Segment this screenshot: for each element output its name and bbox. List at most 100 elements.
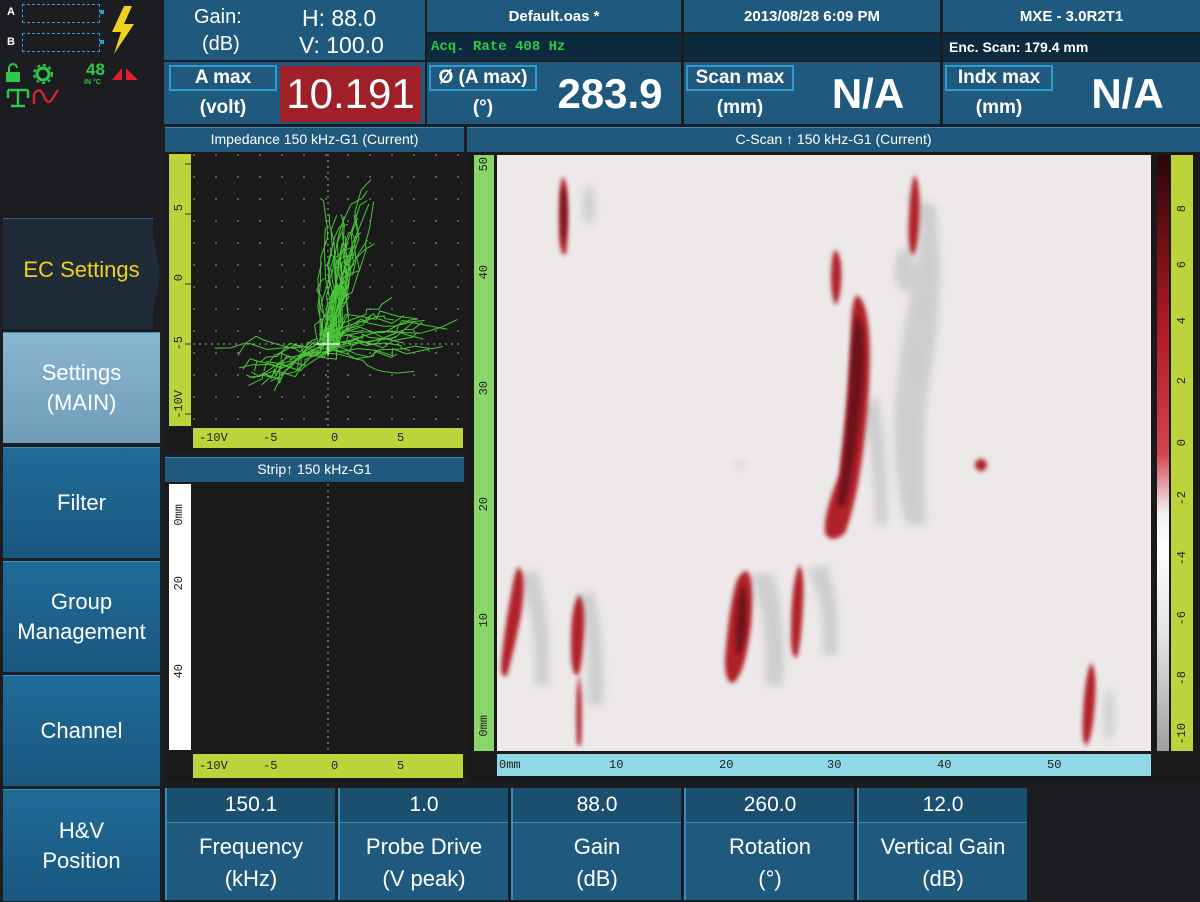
param-frequency-unit: (kHz): [224, 866, 278, 891]
strip-plot[interactable]: [193, 484, 463, 750]
cscan-color-tick: -10: [1175, 723, 1189, 745]
param-rotation-value: 260.0: [686, 788, 854, 823]
cscan-x-tick: 30: [827, 758, 842, 772]
param-frequency-value: 150.1: [167, 788, 335, 823]
amax-label: A max: [169, 65, 277, 91]
menu-settings-main[interactable]: Settings (MAIN): [3, 332, 160, 443]
lightning-icon: [112, 6, 134, 54]
scanmax-panel[interactable]: Scan max (mm) N/A: [684, 62, 940, 124]
phase-value: 283.9: [557, 70, 663, 117]
temperature-unit: IN °C: [84, 79, 101, 86]
strip-y-tick: 0mm: [172, 504, 186, 526]
phase-panel[interactable]: Ø (A max) (°) 283.9: [427, 62, 681, 124]
strip-x-tick: 0: [331, 759, 339, 773]
indxmax-label: Indx max: [945, 65, 1053, 91]
param-frequency[interactable]: 150.1 Frequency (kHz): [165, 788, 335, 900]
param-probe-drive-value: 1.0: [340, 788, 508, 823]
cscan-y-tick: 30: [477, 381, 491, 396]
channel-a-label: A: [7, 6, 15, 18]
channel-b-label: B: [7, 36, 15, 48]
impedance-y-tick: 0: [172, 274, 186, 282]
amax-panel[interactable]: A max (volt) 10.191: [164, 62, 425, 124]
param-probe-drive-unit: (V peak): [382, 866, 466, 891]
menu-group-management[interactable]: Group Management: [3, 561, 160, 672]
strip-title-bar: Strip↑ 150 kHz-G1: [165, 457, 464, 482]
cscan-y-tick: 40: [477, 265, 491, 280]
balance-icon: [6, 88, 30, 108]
scanmax-label: Scan max: [686, 65, 794, 91]
cscan-color-tick: 6: [1175, 261, 1189, 269]
cscan-plot[interactable]: [497, 155, 1151, 751]
menu-active-arrow: [150, 218, 160, 330]
cscan-color-axis[interactable]: 8 6 4 2 0 -2 -4 -6 -8 -10: [1171, 155, 1193, 751]
menu-channel-label: Channel: [40, 718, 123, 743]
cscan-color-tick: -4: [1175, 551, 1189, 566]
param-gain-unit: (dB): [576, 866, 618, 891]
impedance-y-tick: -5: [172, 336, 186, 351]
impedance-x-tick: 5: [397, 431, 405, 445]
impedance-x-axis[interactable]: -10V -5 0 5: [193, 428, 463, 448]
gain-v: V: 100.0: [299, 32, 384, 58]
strip-y-tick: 20: [172, 576, 186, 591]
strip-view[interactable]: 0mm 20 40 -10V -5 0 5: [165, 482, 464, 782]
menu-hv-position[interactable]: H&V Position: [3, 789, 160, 901]
cscan-y-tick: 0mm: [477, 715, 491, 737]
gain-panel[interactable]: Gain: (dB) H: 88.0 V: 100.0: [164, 0, 425, 60]
param-frequency-label: Frequency: [199, 834, 303, 859]
param-vertical-gain-unit: (dB): [922, 866, 964, 891]
cscan-y-tick: 20: [477, 497, 491, 512]
param-empty-slot: [1028, 788, 1200, 902]
filename-panel[interactable]: Default.oas *: [427, 0, 681, 32]
menu-ec-settings-label: EC Settings: [23, 257, 140, 282]
indxmax-unit: (mm): [975, 97, 1023, 118]
param-rotation[interactable]: 260.0 Rotation (°): [684, 788, 854, 900]
alarm-icon: [112, 68, 138, 80]
cscan-title: C-Scan ↑ 150 kHz-G1 (Current): [735, 131, 932, 147]
strip-y-axis[interactable]: 0mm 20 40: [169, 484, 191, 750]
param-probe-drive-label: Probe Drive: [365, 834, 483, 859]
impedance-plot[interactable]: [193, 154, 463, 426]
impedance-y-tick: 5: [172, 204, 186, 212]
strip-x-axis[interactable]: -10V -5 0 5: [193, 754, 463, 778]
param-probe-drive[interactable]: 1.0 Probe Drive (V peak): [338, 788, 508, 900]
cscan-color-tick: -6: [1175, 611, 1189, 626]
strip-x-tick: 5: [397, 759, 405, 773]
strip-x-tick: -5: [263, 759, 278, 773]
cscan-color-tick: -2: [1175, 491, 1189, 506]
gain-h: H: 88.0: [302, 5, 377, 31]
cscan-color-scale[interactable]: [1157, 155, 1169, 751]
cscan-y-axis[interactable]: 50 40 30 20 10 0mm: [474, 155, 494, 751]
param-vertical-gain-label: Vertical Gain: [880, 834, 1006, 859]
param-vertical-gain[interactable]: 12.0 Vertical Gain (dB): [857, 788, 1027, 900]
cscan-x-tick: 10: [609, 758, 624, 772]
enc-scan: Enc. Scan: 179.4 mm: [949, 39, 1089, 55]
channel-b-box: [22, 33, 100, 52]
menu-ec-settings[interactable]: EC Settings: [3, 218, 153, 329]
phase-label: Ø (A max): [429, 65, 537, 91]
impedance-y-axis[interactable]: 5 0 -5 -10V: [169, 154, 191, 426]
datetime-panel: 2013/08/28 6:09 PM: [684, 0, 940, 32]
impedance-view[interactable]: 5 0 -5 -10V -10V -5 0 5: [165, 152, 464, 452]
cscan-x-axis[interactable]: 0mm 10 20 30 40 50: [497, 754, 1151, 776]
cscan-x-tick: 40: [937, 758, 952, 772]
cscan-y-tick: 10: [477, 613, 491, 628]
gear-icon: [33, 64, 53, 84]
impedance-title-bar: Impedance 150 kHz-G1 (Current): [165, 127, 464, 152]
cscan-color-tick: 0: [1175, 439, 1189, 447]
cscan-view[interactable]: 50 40 30 20 10 0mm 8 6 4 2 0 -2 -4 -6 -8…: [467, 152, 1200, 782]
param-gain-label: Gain: [573, 834, 621, 859]
cscan-color-tick: 8: [1175, 205, 1189, 213]
datetime-sub: [684, 34, 940, 60]
menu-settings-main-label: Settings (MAIN): [41, 360, 122, 415]
param-gain[interactable]: 88.0 Gain (dB): [511, 788, 681, 900]
indxmax-panel[interactable]: Indx max (mm) N/A: [943, 62, 1200, 124]
menu-channel[interactable]: Channel: [3, 675, 160, 786]
gain-unit: (dB): [202, 33, 240, 55]
impedance-x-tick: -5: [263, 431, 278, 445]
param-vertical-gain-value: 12.0: [859, 788, 1027, 823]
cscan-color-tick: -8: [1175, 671, 1189, 686]
strip-title: Strip↑ 150 kHz-G1: [257, 461, 372, 477]
cscan-x-tick: 50: [1047, 758, 1062, 772]
menu-filter[interactable]: Filter: [3, 447, 160, 558]
menu-group-management-label: Group Management: [17, 589, 146, 644]
